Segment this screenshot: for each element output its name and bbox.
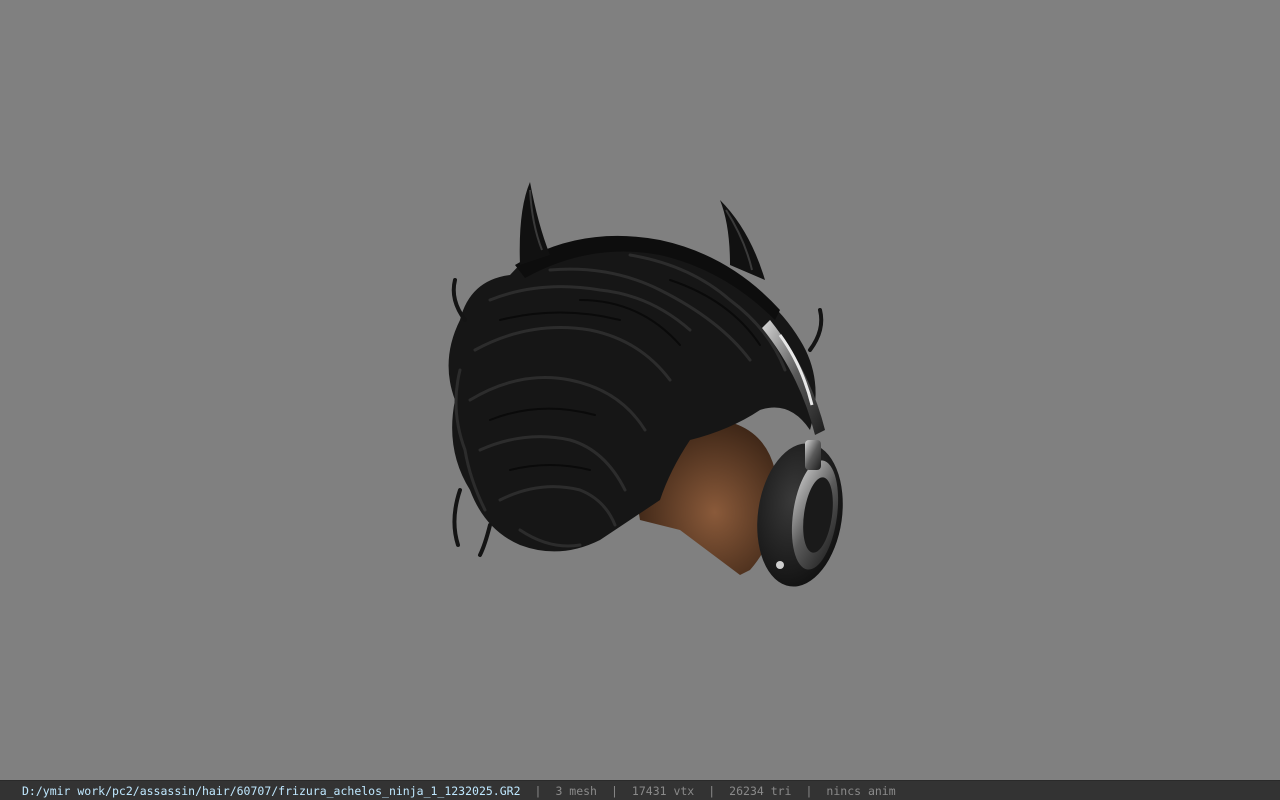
separator: | [610, 783, 618, 798]
triangle-count: 26234 tri [729, 783, 792, 798]
separator: | [708, 783, 716, 798]
file-path: D:/ymir work/pc2/assassin/hair/60707/fri… [22, 783, 521, 798]
vertex-count: 17431 vtx [631, 783, 695, 798]
animation-status: nincs anim [826, 783, 896, 798]
hair-model-icon [448, 182, 843, 587]
mesh-count: 3 mesh [555, 783, 597, 798]
separator: | [534, 783, 542, 798]
separator: | [805, 783, 813, 798]
3d-viewport[interactable] [0, 0, 1280, 780]
status-bar: D:/ymir work/pc2/assassin/hair/60707/fri… [0, 780, 1280, 800]
